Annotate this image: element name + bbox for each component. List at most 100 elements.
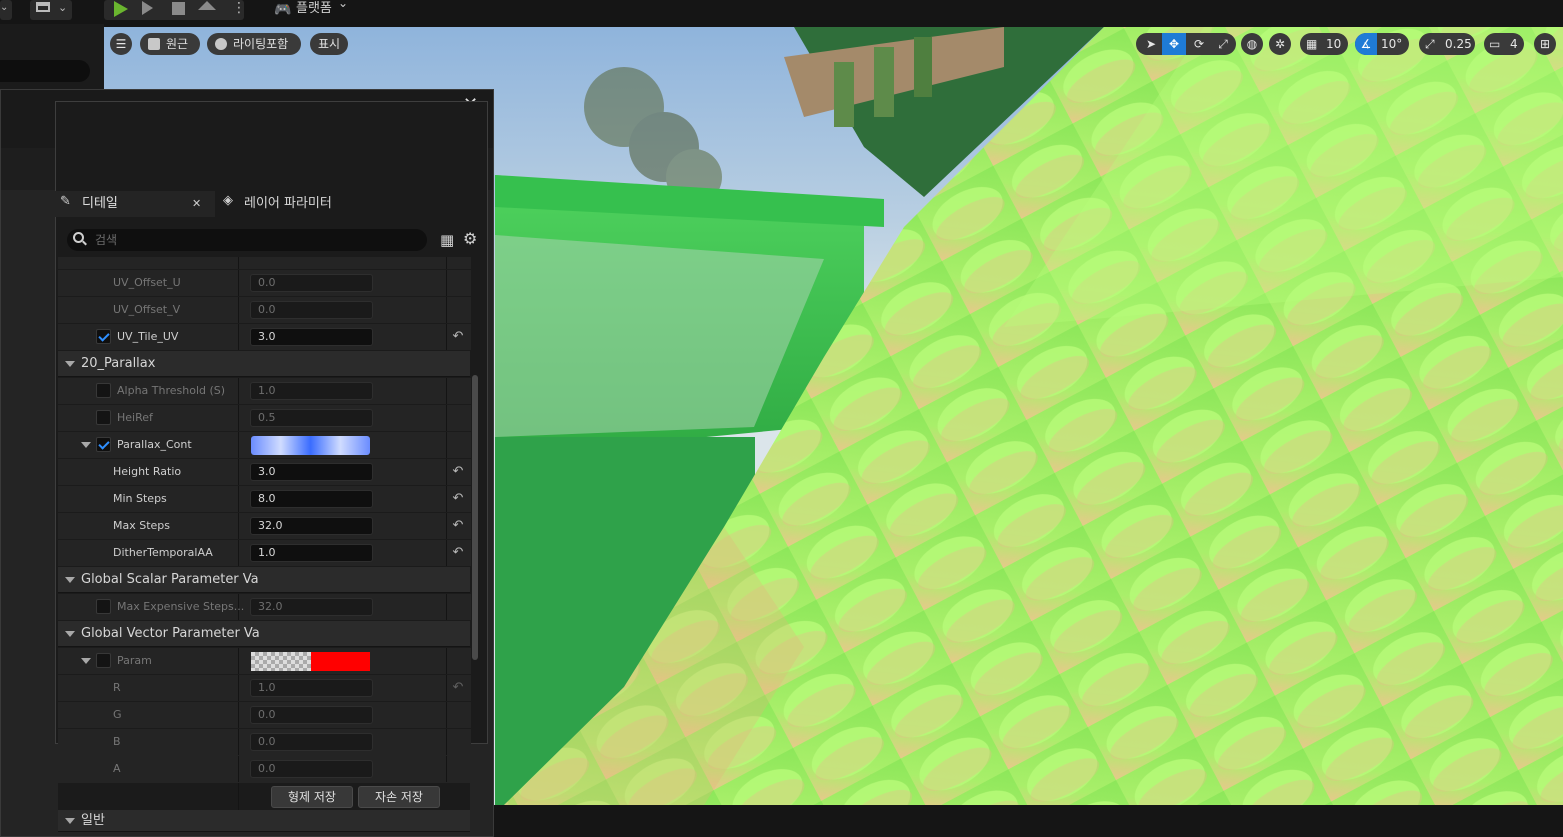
param-label: DitherTemporalAA xyxy=(113,546,213,559)
chevron-down-icon: ⌄ xyxy=(0,2,9,13)
move-icon[interactable]: ✥ xyxy=(1162,33,1186,55)
param-row-uv-offset-u: UV_Offset_U 0.0 xyxy=(58,270,471,296)
param-value-input[interactable]: 0.0 xyxy=(250,733,373,751)
param-row-parallax-cont: Parallax_Cont xyxy=(58,432,471,458)
category-global-vector-parameters[interactable]: Global Vector Parameter Va xyxy=(58,621,470,647)
chevron-down-icon xyxy=(65,818,75,824)
perspective-label: 원근 xyxy=(166,37,189,51)
chevron-down-icon[interactable] xyxy=(81,658,91,664)
param-value-input[interactable]: 0.0 xyxy=(250,760,373,778)
category-label: 일반 xyxy=(81,813,105,828)
search-placeholder: 검색 xyxy=(95,233,118,247)
gamepad-icon: 🎮 xyxy=(274,2,292,18)
hamburger-icon: ☰ xyxy=(115,37,127,51)
viewport-menu-button[interactable]: ☰ xyxy=(110,33,132,55)
play-icon[interactable] xyxy=(114,1,128,17)
table-view-icon[interactable]: ▦ xyxy=(440,231,454,249)
reset-to-default-icon[interactable]: ↶ xyxy=(450,675,466,701)
viewport-layout-button[interactable]: ⊞ xyxy=(1534,33,1556,55)
param-value-input[interactable]: 1.0 xyxy=(250,544,373,562)
gear-icon[interactable]: ⚙ xyxy=(463,229,477,248)
override-checkbox[interactable] xyxy=(96,383,111,398)
camera-icon: ▭ xyxy=(1489,37,1501,51)
override-checkbox[interactable] xyxy=(96,653,111,668)
angle-icon: ∡ xyxy=(1355,33,1377,55)
param-label: Max Expensive Steps... xyxy=(117,600,245,613)
grid-snap-button[interactable]: ▦ 10 xyxy=(1300,33,1348,55)
play-controls: ⋮ xyxy=(104,0,246,20)
build-menu-button[interactable]: ⌄ xyxy=(30,0,72,20)
reset-to-default-icon[interactable]: ↶ xyxy=(450,540,466,566)
category-label: 20_Parallax xyxy=(81,356,156,371)
param-value-input[interactable]: 3.0 xyxy=(250,463,373,481)
perspective-button[interactable]: 원근 xyxy=(140,33,200,55)
select-cursor-icon[interactable]: ➤ xyxy=(1140,33,1162,55)
override-checkbox[interactable] xyxy=(96,410,111,425)
show-flags-button[interactable]: 표시 xyxy=(310,33,348,55)
lit-sphere-icon xyxy=(215,38,227,50)
param-value-input[interactable]: 32.0 xyxy=(250,598,373,616)
param-row-uv-tile-uv: UV_Tile_UV 3.0 ↶ xyxy=(58,324,471,350)
close-tab-icon[interactable]: ✕ xyxy=(192,191,201,217)
param-value-input[interactable]: 3.0 xyxy=(250,328,373,346)
param-value-input[interactable]: 0.0 xyxy=(250,301,373,319)
left-search-input[interactable] xyxy=(0,60,90,82)
param-value-input[interactable]: 0.0 xyxy=(250,274,373,292)
save-sibling-button[interactable]: 형제 저장 xyxy=(271,786,353,808)
override-checkbox[interactable] xyxy=(96,599,111,614)
scale-snap-button[interactable]: ⤢ 0.25 xyxy=(1419,33,1475,55)
viewport-bottom-bar xyxy=(495,805,1563,837)
scale-icon[interactable]: ⤢ xyxy=(1212,33,1234,55)
surface-snap-toggle[interactable]: ✲ xyxy=(1269,33,1291,55)
param-row-dither-temporal-aa: DitherTemporalAA 1.0 ↶ xyxy=(58,540,471,566)
advance-frame-icon[interactable] xyxy=(142,1,153,15)
save-child-button[interactable]: 자손 저장 xyxy=(358,786,440,808)
override-checkbox[interactable] xyxy=(96,437,111,452)
reset-to-default-icon[interactable]: ↶ xyxy=(450,324,466,350)
chevron-down-icon: ⌄ xyxy=(58,1,68,14)
param-value-input[interactable]: 1.0 xyxy=(250,382,373,400)
more-options-icon[interactable]: ⋮ xyxy=(232,0,246,16)
category-global-scalar-parameters[interactable]: Global Scalar Parameter Va xyxy=(58,567,470,593)
tab-layer-parameters[interactable]: ◈ 레이어 파라미터 xyxy=(218,191,378,217)
platform-label: 플랫폼 xyxy=(296,1,332,16)
chevron-down-icon[interactable] xyxy=(81,442,91,448)
param-row-a: A 0.0 xyxy=(58,756,471,782)
toolbar-dropdown-left[interactable]: ⌄ xyxy=(0,0,12,20)
param-row-g: G 0.0 xyxy=(58,702,471,728)
tab-details[interactable]: ✎ 디테일 ✕ xyxy=(55,191,215,217)
surface-snap-icon: ✲ xyxy=(1274,37,1286,51)
param-value-input[interactable]: 1.0 xyxy=(250,679,373,697)
param-value-input[interactable]: 0.0 xyxy=(250,706,373,724)
layers-icon: ◈ xyxy=(223,193,233,208)
grid-icon: ▦ xyxy=(1306,37,1318,51)
category-20-parallax[interactable]: 20_Parallax xyxy=(58,351,470,377)
param-label: Parallax_Cont xyxy=(117,438,192,451)
rotation-snap-button[interactable]: ∡ 10° xyxy=(1355,33,1409,55)
param-label: Alpha Threshold (S) xyxy=(117,384,226,397)
world-local-toggle[interactable]: ◍ xyxy=(1241,33,1263,55)
reset-to-default-icon[interactable]: ↶ xyxy=(450,486,466,512)
eject-icon[interactable] xyxy=(198,1,216,10)
param-value-input[interactable]: 0.5 xyxy=(250,409,373,427)
chevron-down-icon xyxy=(65,361,75,367)
param-value-input[interactable]: 32.0 xyxy=(250,517,373,535)
reset-to-default-icon[interactable]: ↶ xyxy=(450,459,466,485)
vector-color-swatch[interactable] xyxy=(251,436,370,455)
vector-color-swatch[interactable] xyxy=(251,652,370,671)
param-value-input[interactable]: 8.0 xyxy=(250,490,373,508)
details-search-input[interactable]: 검색 xyxy=(67,229,427,251)
param-row-height-ratio: Height Ratio 3.0 ↶ xyxy=(58,459,471,485)
override-checkbox[interactable] xyxy=(96,329,111,344)
details-scrollbar[interactable] xyxy=(472,375,478,660)
param-label: Max Steps xyxy=(113,519,171,532)
globe-icon: ◍ xyxy=(1246,37,1258,51)
lighting-mode-button[interactable]: 라이팅포함 xyxy=(207,33,301,55)
camera-speed-button[interactable]: ▭ 4 xyxy=(1484,33,1524,55)
param-label: Min Steps xyxy=(113,492,167,505)
stop-icon[interactable] xyxy=(172,2,185,15)
param-label: HeiRef xyxy=(117,411,153,424)
reset-to-default-icon[interactable]: ↶ xyxy=(450,513,466,539)
rotate-icon[interactable]: ⟳ xyxy=(1188,33,1210,55)
category-general[interactable]: 일반 xyxy=(58,810,470,832)
